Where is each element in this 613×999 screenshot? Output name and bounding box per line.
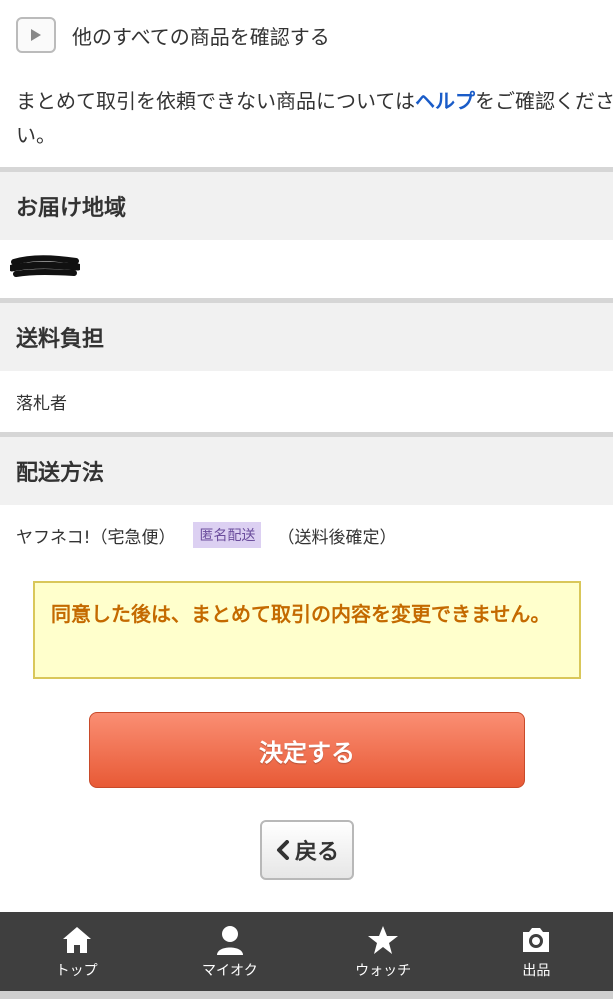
tab-watch-label: ウォッチ [355,962,412,979]
shipping-cost-header: 送料負担 [0,303,613,371]
tab-myauction-label: マイオク [202,962,258,979]
delivery-area-header: お届け地域 [0,172,613,240]
redacted-scribble [10,255,80,277]
tab-watch[interactable]: ウォッチ [307,912,460,991]
back-button-label: 戻る [294,840,339,865]
shipping-method-name: ヤフネコ!（宅急便） [16,527,176,548]
anonymous-shipping-badge: 匿名配送 [193,522,262,548]
star-icon [368,925,399,954]
back-button[interactable]: 戻る [260,820,354,880]
home-icon [62,926,91,953]
tab-top-label: トップ [55,962,98,979]
see-all-label: 他のすべての商品を確認する [72,24,330,49]
bottom-strip [0,991,613,999]
tab-myauction[interactable]: マイオク [153,912,306,991]
shipping-method-row: ヤフネコ!（宅急便） 匿名配送 （送料後確定） [0,505,613,565]
bottom-tab-bar: トップ マイオク ウォッチ 出品 [0,912,613,991]
shipping-cost-note: （送料後確定） [277,527,397,548]
tab-top[interactable]: トップ [0,912,153,991]
help-link[interactable]: ヘルプ [415,89,475,113]
chevron-left-icon [276,840,289,860]
decide-button[interactable]: 決定する [89,712,525,788]
shipping-method-header: 配送方法 [0,437,613,505]
shipping-cost-value: 落札者 [16,394,67,414]
see-all-button[interactable] [16,17,56,53]
delivery-area-body [0,240,613,298]
see-all-products-row[interactable]: 他のすべての商品を確認する [0,0,613,70]
tab-sell[interactable]: 出品 [460,912,613,991]
warning-text: 同意した後は、まとめて取引の内容を変更できません。 [51,602,551,626]
user-icon [216,925,243,955]
help-note: まとめて取引を依頼できない商品についてはヘルプをご確認ください。 [16,84,613,152]
camera-icon [523,927,550,952]
help-note-before: まとめて取引を依頼できない商品については [16,89,415,113]
tab-sell-label: 出品 [522,962,551,979]
play-icon [31,29,41,41]
warning-box: 同意した後は、まとめて取引の内容を変更できません。 [33,581,581,679]
